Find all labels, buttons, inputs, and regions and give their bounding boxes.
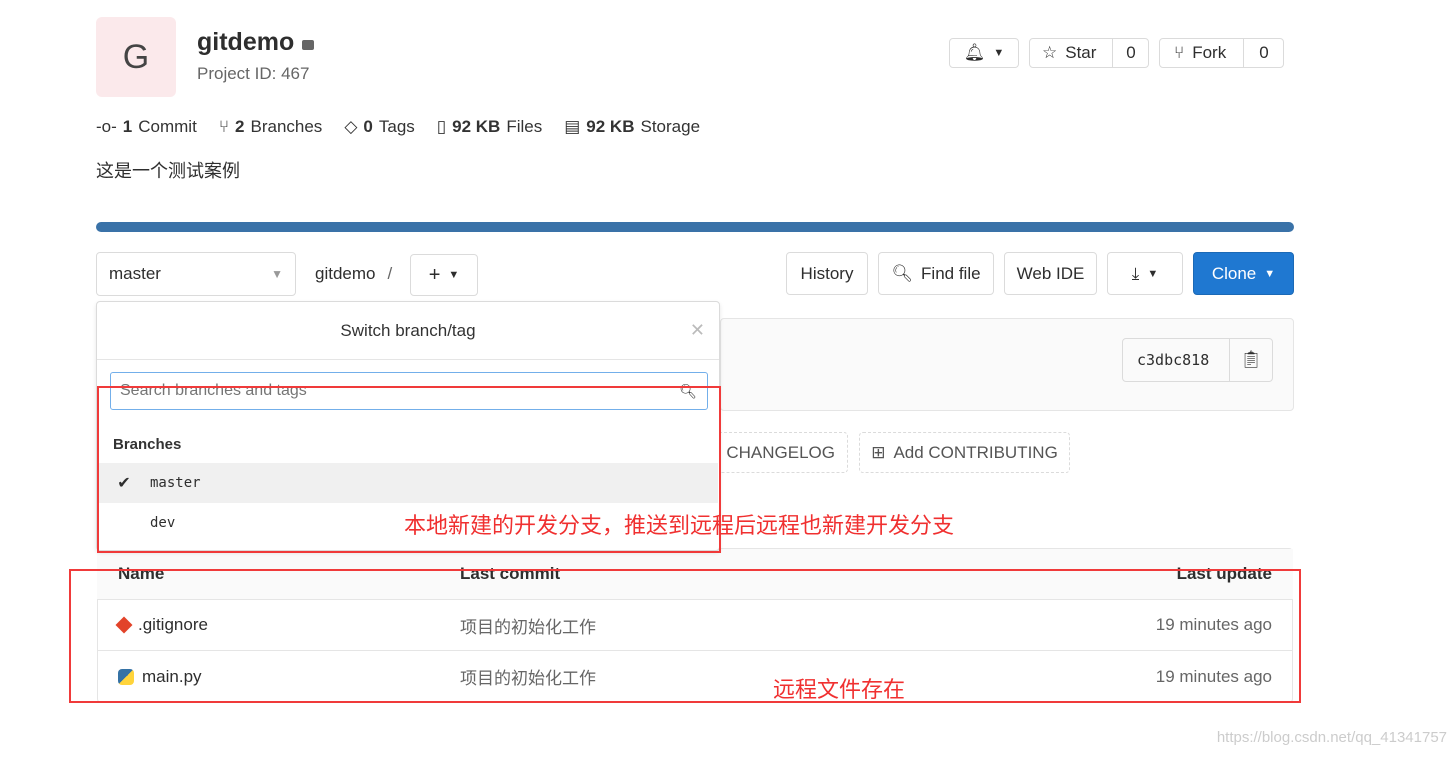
web-ide-button[interactable]: Web IDE [1004,252,1097,295]
star-button[interactable]: ☆ Star 0 [1029,38,1149,68]
star-count: 0 [1112,39,1149,67]
history-button[interactable]: History [786,252,868,295]
stat-files[interactable]: ▯ 92 KB Files [437,117,542,137]
progress-bar [96,222,1294,232]
fork-icon: ⑂ [1174,43,1185,62]
project-description: 这是一个测试案例 [96,161,240,181]
project-id: Project ID: 467 [197,64,310,83]
chevron-down-icon: ▼ [1147,267,1159,280]
star-icon: ☆ [1042,43,1058,62]
bell-icon: 🔔︎ [963,43,986,62]
fork-button[interactable]: ⑂ Fork 0 [1159,38,1284,68]
annotation-files-note: 远程文件存在 [773,677,906,702]
storage-icon: ▤ [564,117,581,136]
annotation-branch-note: 本地新建的开发分支，推送到远程后远程也新建开发分支 [404,513,955,538]
branch-icon: ⑂ [218,117,230,136]
chevron-down-icon: ▼ [993,47,1005,59]
watermark: https://blog.csdn.net/qq_41341757 [1216,729,1447,746]
copy-sha-button[interactable]: 📋︎ [1229,339,1272,381]
notification-button[interactable]: 🔔︎ ▼ [949,38,1019,68]
project-avatar: G [96,17,176,97]
branch-select[interactable]: master ▼ [96,252,296,296]
clone-button[interactable]: Clone ▼ [1193,252,1294,295]
search-icon: 🔍︎ [891,263,914,283]
dropdown-title: Switch branch/tag [97,302,719,360]
project-title: gitdemo [197,28,315,57]
commit-sha: c3dbc818 📋︎ [1122,338,1273,382]
breadcrumb-root[interactable]: gitdemo [315,264,375,284]
stat-commits[interactable]: -o- 1 Commit [96,117,197,137]
find-file-button[interactable]: 🔍︎ Find file [878,252,994,295]
stat-storage[interactable]: ▤ 92 KB Storage [564,117,700,137]
chevron-down-icon: ▼ [448,269,460,281]
commit-icon: -o- [96,117,117,136]
annotation-box-files [69,569,1301,703]
stat-tags[interactable]: ◇ 0 Tags [344,117,414,137]
tag-icon: ◇ [344,117,358,136]
add-button[interactable]: + ▼ [410,254,478,296]
plus-square-icon: ⊞ [871,442,886,462]
chevron-down-icon: ▼ [1264,267,1276,280]
add-contributing-button[interactable]: ⊞ Add CONTRIBUTING [859,432,1070,473]
breadcrumb: gitdemo / [315,264,393,284]
lock-icon [302,39,315,50]
download-button[interactable]: ⤓ ▼ [1107,252,1183,295]
plus-icon: + [428,263,441,286]
chevron-down-icon: ▼ [271,267,283,281]
close-icon[interactable]: ✕ [690,320,705,341]
download-icon: ⤓ [1131,263,1140,283]
clipboard-icon: 📋︎ [1240,350,1262,369]
project-stats: -o- 1 Commit ⑂ 2 Branches ◇ 0 Tags ▯ 92 KB Files… [96,117,700,137]
file-icon: ▯ [436,117,447,136]
fork-count: 0 [1243,39,1284,67]
stat-branches[interactable]: ⑂ 2 Branches [219,117,323,137]
